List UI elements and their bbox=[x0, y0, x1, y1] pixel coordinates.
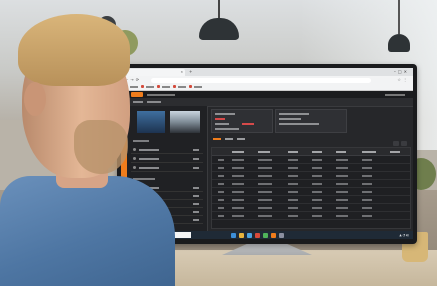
bookmarks-bar bbox=[121, 84, 413, 91]
card-text bbox=[215, 123, 229, 125]
alert-value bbox=[215, 118, 225, 120]
taskbar-app-icon[interactable] bbox=[255, 232, 260, 238]
column-header[interactable] bbox=[258, 151, 270, 153]
card-title bbox=[215, 113, 235, 115]
toolbar-button[interactable] bbox=[393, 141, 399, 146]
card-text bbox=[215, 128, 239, 130]
system-tray[interactable]: ▲ ◔ ◖) bbox=[399, 232, 409, 238]
alert-value bbox=[242, 123, 254, 125]
tab[interactable] bbox=[225, 138, 233, 140]
column-header[interactable] bbox=[312, 151, 322, 153]
table-row[interactable] bbox=[212, 180, 410, 188]
ear bbox=[24, 82, 46, 116]
card-text bbox=[279, 118, 301, 120]
hair bbox=[18, 14, 130, 86]
card-title bbox=[279, 113, 309, 115]
data-table bbox=[211, 147, 411, 229]
tab[interactable] bbox=[237, 138, 245, 140]
folder-icon[interactable] bbox=[239, 232, 244, 238]
table-row[interactable] bbox=[212, 172, 410, 180]
address-bar[interactable] bbox=[151, 77, 371, 83]
taskbar-app-icon[interactable] bbox=[263, 232, 268, 238]
bookmark[interactable] bbox=[189, 85, 203, 89]
taskbar-app-icon[interactable] bbox=[271, 232, 276, 238]
table-row[interactable] bbox=[212, 204, 410, 212]
browser-menu-icon[interactable]: ☆⋮ bbox=[397, 77, 409, 82]
card-text bbox=[279, 123, 319, 125]
taskbar-app-icon[interactable] bbox=[279, 232, 284, 238]
table-tabs bbox=[211, 135, 409, 143]
summary-card bbox=[275, 109, 347, 133]
column-header[interactable] bbox=[390, 151, 400, 153]
table-row[interactable] bbox=[212, 156, 410, 164]
user-menu[interactable] bbox=[385, 94, 405, 96]
desk bbox=[150, 250, 437, 286]
column-header[interactable] bbox=[336, 151, 346, 153]
shirt bbox=[0, 176, 175, 286]
camera-thumbnail[interactable] bbox=[170, 111, 200, 133]
table-row[interactable] bbox=[212, 164, 410, 172]
tab-active[interactable] bbox=[213, 138, 221, 140]
column-header[interactable] bbox=[288, 151, 298, 153]
taskbar-app-icon[interactable] bbox=[247, 232, 252, 238]
summary-card bbox=[211, 109, 273, 133]
close-icon[interactable]: ✕ bbox=[180, 69, 183, 76]
bookmark[interactable] bbox=[173, 85, 187, 89]
taskbar-app-icon[interactable] bbox=[231, 232, 236, 238]
table-header bbox=[212, 148, 410, 156]
column-header[interactable] bbox=[362, 151, 376, 153]
toolbar-button[interactable] bbox=[401, 141, 407, 146]
beard bbox=[74, 120, 128, 174]
table-row[interactable] bbox=[212, 188, 410, 196]
column-header[interactable] bbox=[232, 151, 244, 153]
table-row[interactable] bbox=[212, 196, 410, 204]
table-row[interactable] bbox=[212, 212, 410, 220]
pendant-lamp bbox=[388, 0, 410, 52]
browser-tab-bar: ✕ + –□✕ bbox=[121, 68, 413, 76]
person bbox=[0, 0, 175, 286]
window-controls[interactable]: –□✕ bbox=[394, 69, 409, 74]
browser-toolbar: ←→⟳ ☆⋮ bbox=[121, 76, 413, 84]
new-tab-icon[interactable]: + bbox=[189, 69, 192, 74]
